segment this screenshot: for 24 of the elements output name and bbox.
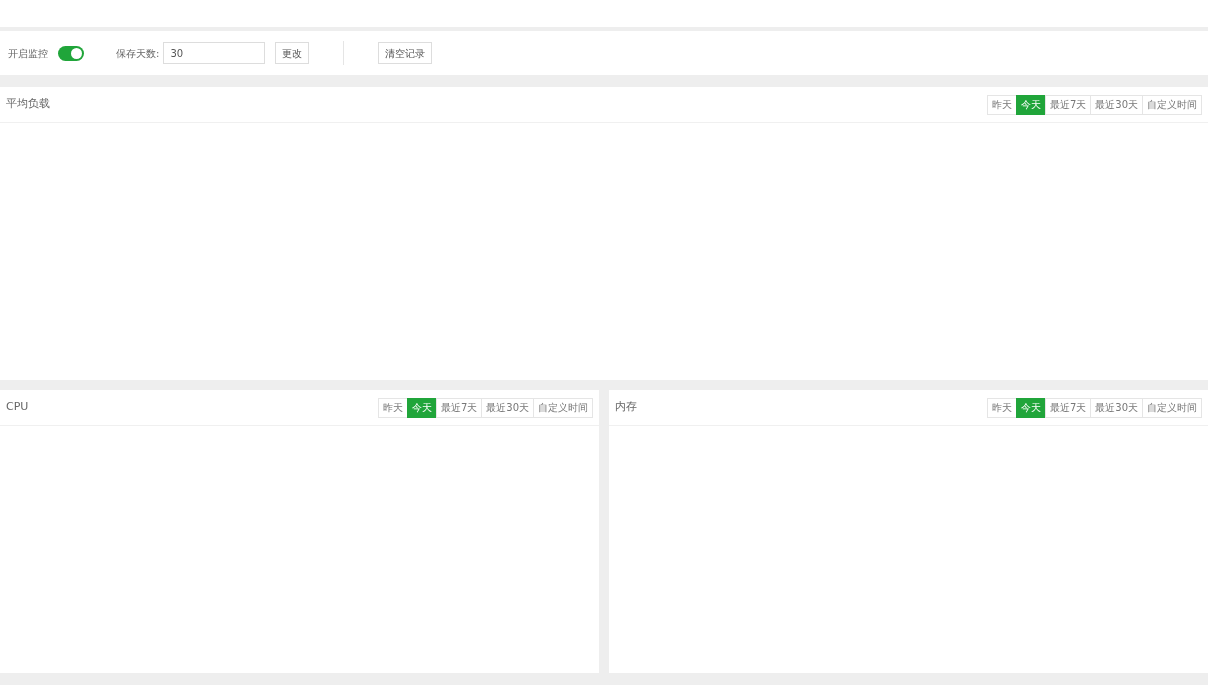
clear-records-button[interactable]: 清空记录: [378, 42, 433, 64]
days-label: 保存天数:: [116, 46, 160, 61]
time-range-tab[interactable]: 自定义时间: [1142, 94, 1202, 115]
time-range-tab[interactable]: 最近30天: [1090, 94, 1143, 115]
time-range-tab[interactable]: 今天: [406, 397, 437, 418]
time-range-tab[interactable]: 最近30天: [481, 397, 534, 418]
panel-title: CPU: [6, 399, 29, 416]
time-range-tab[interactable]: 最近7天: [1044, 397, 1092, 418]
time-range-tab[interactable]: 最近30天: [1090, 397, 1143, 418]
time-range-tab[interactable]: 最近7天: [1044, 94, 1092, 115]
time-range-tab[interactable]: 自定义时间: [533, 397, 593, 418]
monitor-toggle[interactable]: [58, 45, 84, 61]
time-range-tab[interactable]: 今天: [1015, 397, 1046, 418]
time-range-tab[interactable]: 昨天: [986, 397, 1017, 418]
time-range-tab[interactable]: 最近7天: [435, 397, 483, 418]
time-range-tab[interactable]: 自定义时间: [1142, 397, 1202, 418]
monitor-label: 开启监控: [8, 46, 48, 61]
days-input-field[interactable]: 30: [163, 42, 266, 64]
time-range-tab[interactable]: 昨天: [986, 94, 1017, 115]
panel-title: 内存: [615, 399, 637, 416]
time-range-tab[interactable]: 今天: [1015, 94, 1046, 115]
time-range-tab[interactable]: 昨天: [377, 397, 408, 418]
panel-title: 平均负载: [6, 96, 50, 113]
change-button[interactable]: 更改: [275, 42, 310, 64]
